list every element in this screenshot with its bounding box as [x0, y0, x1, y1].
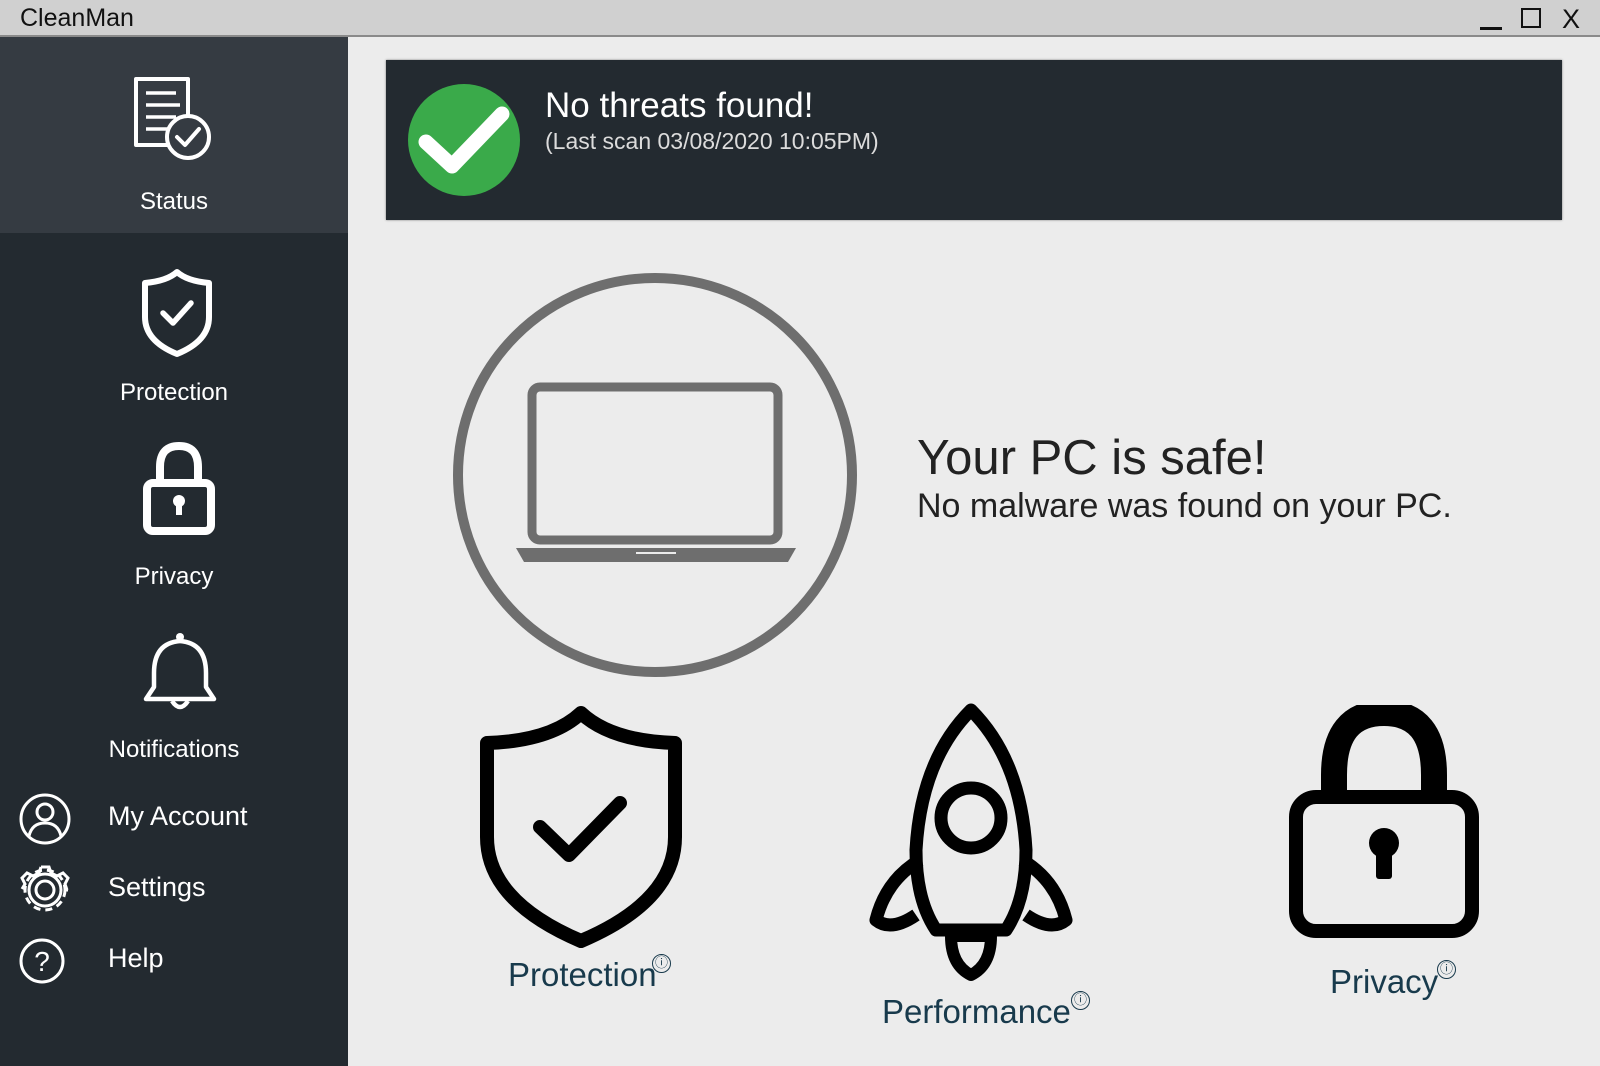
banner-title: No threats found! [545, 86, 814, 125]
check-circle-icon [408, 84, 520, 196]
title-bar: CleanMan X [0, 0, 1600, 37]
minimize-icon[interactable] [1474, 4, 1508, 34]
sidebar-item-privacy[interactable]: Privacy [0, 439, 348, 619]
sidebar-item-label: Help [108, 943, 164, 973]
sidebar-item-label: My Account [108, 801, 248, 831]
feature-label: Privacy [1330, 963, 1439, 1000]
sidebar-item-label: Protection [119, 379, 229, 406]
sidebar-item-status[interactable]: Status [0, 37, 348, 233]
sidebar: Status Protection Privacy Notifications [0, 37, 348, 1066]
feature-performance[interactable]: Performance ⓘ [866, 700, 1106, 1030]
help-icon: ? [19, 938, 65, 984]
sidebar-item-settings[interactable]: Settings [0, 858, 348, 920]
user-icon [19, 793, 71, 845]
close-icon[interactable]: X [1556, 4, 1586, 34]
gear-icon [20, 865, 70, 912]
sidebar-item-label: Notifications [108, 736, 240, 763]
feature-protection[interactable]: Protection ⓘ [470, 705, 690, 995]
info-icon[interactable]: ⓘ [1437, 960, 1456, 979]
feature-label: Performance [882, 993, 1071, 1030]
shield-check-icon [142, 269, 212, 357]
feature-privacy[interactable]: Privacy ⓘ [1280, 705, 1500, 1005]
info-icon[interactable]: ⓘ [1071, 991, 1090, 1010]
maximize-icon[interactable] [1515, 4, 1549, 34]
sidebar-item-label: Settings [108, 872, 206, 902]
scan-status-banner: No threats found! (Last scan 03/08/2020 … [386, 60, 1562, 220]
feature-label: Protection [508, 956, 657, 993]
padlock-icon [1289, 705, 1479, 938]
sidebar-item-label: Status [139, 188, 209, 215]
sidebar-item-label: Privacy [134, 563, 214, 590]
shield-check-icon [480, 706, 682, 948]
status-report-icon [134, 77, 211, 160]
padlock-icon [143, 441, 215, 535]
safe-title: Your PC is safe! [917, 431, 1267, 485]
sidebar-item-my-account[interactable]: My Account [0, 787, 348, 849]
svg-text:?: ? [34, 946, 50, 977]
app-title: CleanMan [20, 4, 134, 32]
info-icon[interactable]: ⓘ [652, 954, 671, 973]
safe-subtitle: No malware was found on your PC. [917, 487, 1452, 525]
bell-icon [143, 633, 217, 710]
sidebar-item-help[interactable]: ? Help [0, 929, 348, 991]
rocket-icon [869, 703, 1073, 981]
last-scan-text: (Last scan 03/08/2020 10:05PM) [545, 128, 879, 154]
sidebar-item-protection[interactable]: Protection [0, 259, 348, 439]
sidebar-item-notifications[interactable]: Notifications [0, 627, 348, 807]
laptop-icon [453, 273, 857, 677]
